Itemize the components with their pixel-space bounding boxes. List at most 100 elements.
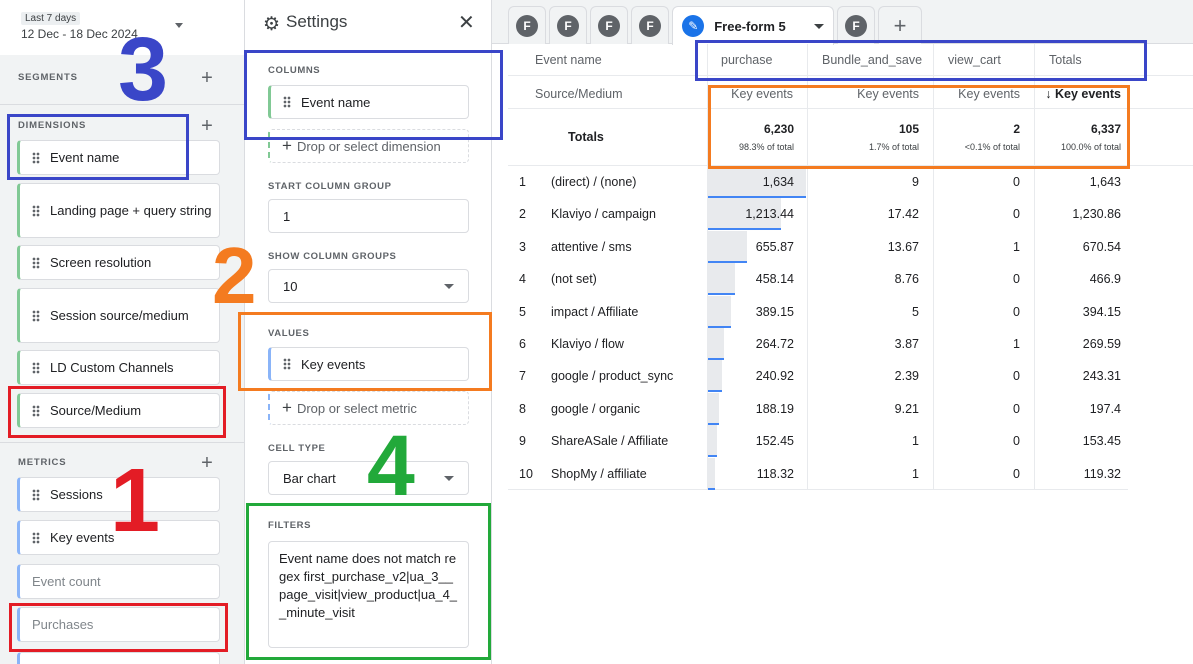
table-row[interactable]: 4 (not set) 458.14 8.76 0 466.9 bbox=[508, 263, 1128, 296]
segments-heading: SEGMENTS bbox=[18, 72, 78, 83]
row-number: 6 bbox=[519, 337, 526, 351]
dimension-label: Landing page + query string bbox=[50, 202, 212, 218]
show-column-groups-label: SHOW COLUMN GROUPS bbox=[268, 251, 397, 262]
bundle-cell: 5 bbox=[912, 304, 919, 319]
total-cell: 1,643 bbox=[1089, 175, 1121, 189]
total-cell: 466.9 bbox=[1089, 272, 1121, 287]
source-medium-cell: (direct) / (none) bbox=[551, 175, 637, 189]
dimension-label: Screen resolution bbox=[50, 254, 152, 270]
tab-label: Free-form 5 bbox=[714, 18, 786, 34]
totals-label: Totals bbox=[568, 130, 604, 144]
add-tab-button[interactable]: + bbox=[878, 6, 922, 44]
drag-handle-icon[interactable] bbox=[32, 204, 40, 217]
table-row[interactable]: 2 Klaviyo / campaign 1,213.44 17.42 0 1,230.8… bbox=[508, 198, 1128, 231]
drag-handle-icon[interactable] bbox=[32, 256, 40, 269]
table-row[interactable]: 8 google / organic 188.19 9.21 0 197.4 bbox=[508, 392, 1128, 425]
bar-underline bbox=[708, 487, 715, 490]
bundle-cell: 8.76 bbox=[894, 272, 919, 287]
annotation-box-red bbox=[8, 386, 226, 438]
caret-down-icon[interactable] bbox=[813, 23, 824, 29]
source-medium-cell: attentive / sms bbox=[551, 239, 632, 254]
bundle-cell: 2.39 bbox=[894, 369, 919, 384]
cell-type-label: CELL TYPE bbox=[268, 443, 326, 454]
source-medium-cell: Klaviyo / flow bbox=[551, 337, 624, 351]
dimension-label: Session source/medium bbox=[50, 307, 189, 323]
row-number: 9 bbox=[519, 434, 526, 449]
metric-label: Key events bbox=[50, 529, 115, 545]
metric-chip-event-count[interactable]: Event count bbox=[17, 564, 220, 599]
view-cart-cell: 1 bbox=[1013, 239, 1020, 254]
annotation-number-3: 3 bbox=[118, 20, 169, 120]
view-cart-cell: 0 bbox=[1013, 466, 1020, 481]
drag-handle-icon[interactable] bbox=[32, 531, 40, 544]
view-cart-cell: 1 bbox=[1013, 337, 1020, 351]
annotation-box-blue bbox=[7, 114, 189, 180]
add-metric-plus-icon[interactable]: + bbox=[198, 453, 216, 473]
show-column-groups-select[interactable]: 10 bbox=[268, 269, 469, 303]
start-column-group-input[interactable]: 1 bbox=[268, 199, 469, 233]
purchase-cell: 655.87 bbox=[755, 239, 794, 254]
tab-collapsed[interactable]: F bbox=[590, 6, 628, 44]
tab-collapsed[interactable]: F bbox=[549, 6, 587, 44]
bundle-cell: 9.21 bbox=[894, 401, 919, 416]
source-medium-cell: Klaviyo / campaign bbox=[551, 207, 656, 222]
table-row[interactable]: 5 impact / Affiliate 389.15 5 0 394.15 bbox=[508, 295, 1128, 328]
tab-collapsed[interactable]: F bbox=[837, 6, 875, 44]
bundle-cell: 13.67 bbox=[887, 239, 919, 254]
table-row[interactable]: 7 google / product_sync 240.92 2.39 0 243.31 bbox=[508, 360, 1128, 393]
row-dimension-header[interactable]: Event name bbox=[535, 53, 602, 67]
table-row[interactable]: 10 ShopMy / affiliate 118.32 1 0 119.32 bbox=[508, 457, 1128, 490]
add-segment-plus-icon[interactable]: + bbox=[198, 68, 216, 88]
total-cell: 119.32 bbox=[1083, 466, 1121, 481]
bundle-cell: 1 bbox=[912, 466, 919, 481]
dimension-chip-ld-custom-channels[interactable]: LD Custom Channels bbox=[17, 350, 220, 385]
tab-collapsed[interactable]: F bbox=[508, 6, 546, 44]
row-number: 5 bbox=[519, 304, 526, 319]
bundle-cell: 1 bbox=[912, 434, 919, 449]
table-row[interactable]: 1 (direct) / (none) 1,634 9 0 1,643 bbox=[508, 166, 1128, 198]
row-number: 1 bbox=[519, 175, 526, 189]
settings-title: Settings bbox=[286, 12, 348, 31]
tab-f-icon: F bbox=[598, 14, 620, 37]
row-number: 7 bbox=[519, 369, 526, 384]
tab-bar: F F F F ✎ Free-form 5 F + bbox=[492, 0, 1193, 45]
caret-down-icon bbox=[444, 284, 454, 289]
date-range-label: Last 7 days bbox=[21, 12, 81, 25]
start-column-group-label: START COLUMN GROUP bbox=[268, 181, 392, 192]
add-dimension-plus-icon[interactable]: + bbox=[198, 116, 216, 136]
dimension-chip-screen-resolution[interactable]: Screen resolution bbox=[17, 245, 220, 280]
row-dimension-subheader[interactable]: Source/Medium bbox=[535, 87, 623, 101]
drag-handle-icon[interactable] bbox=[32, 488, 40, 501]
caret-down-icon[interactable] bbox=[175, 23, 183, 28]
annotation-number-1: 1 bbox=[110, 451, 161, 551]
view-cart-cell: 0 bbox=[1013, 434, 1020, 449]
total-cell: 1,230.86 bbox=[1072, 207, 1121, 222]
table-row[interactable]: 6 Klaviyo / flow 264.72 3.87 1 269.59 bbox=[508, 328, 1128, 360]
view-cart-cell: 0 bbox=[1013, 369, 1020, 384]
metrics-heading: METRICS bbox=[18, 457, 67, 468]
plus-icon: + bbox=[282, 398, 292, 417]
drag-handle-icon[interactable] bbox=[32, 309, 40, 322]
row-number: 8 bbox=[519, 401, 526, 416]
metric-chip-partial[interactable] bbox=[17, 652, 220, 664]
source-medium-cell: ShopMy / affiliate bbox=[551, 466, 647, 481]
purchase-cell: 458.14 bbox=[755, 272, 794, 287]
tab-collapsed[interactable]: F bbox=[631, 6, 669, 44]
row-number: 10 bbox=[519, 466, 533, 481]
annotation-box-orange bbox=[708, 85, 1130, 169]
table-row[interactable]: 9 ShareASale / Affiliate 152.45 1 0 153.45 bbox=[508, 425, 1128, 458]
start-column-group-value: 1 bbox=[283, 208, 291, 224]
purchase-cell: 264.72 bbox=[755, 337, 794, 351]
table-row[interactable]: 3 attentive / sms 655.87 13.67 1 670.54 bbox=[508, 230, 1128, 263]
close-icon[interactable]: ✕ bbox=[458, 10, 475, 35]
caret-down-icon bbox=[444, 476, 454, 481]
total-cell: 197.4 bbox=[1089, 401, 1121, 416]
dimension-chip-session-source-medium[interactable]: Session source/medium bbox=[17, 288, 220, 343]
show-column-groups-value: 10 bbox=[283, 278, 298, 294]
dimension-chip-landing-page[interactable]: Landing page + query string bbox=[17, 183, 220, 238]
gear-icon: ⚙ bbox=[263, 14, 281, 35]
drag-handle-icon[interactable] bbox=[32, 361, 40, 374]
purchase-cell: 152.45 bbox=[755, 434, 794, 449]
purchase-cell: 188.19 bbox=[755, 401, 794, 416]
tab-f-icon: F bbox=[516, 14, 538, 37]
